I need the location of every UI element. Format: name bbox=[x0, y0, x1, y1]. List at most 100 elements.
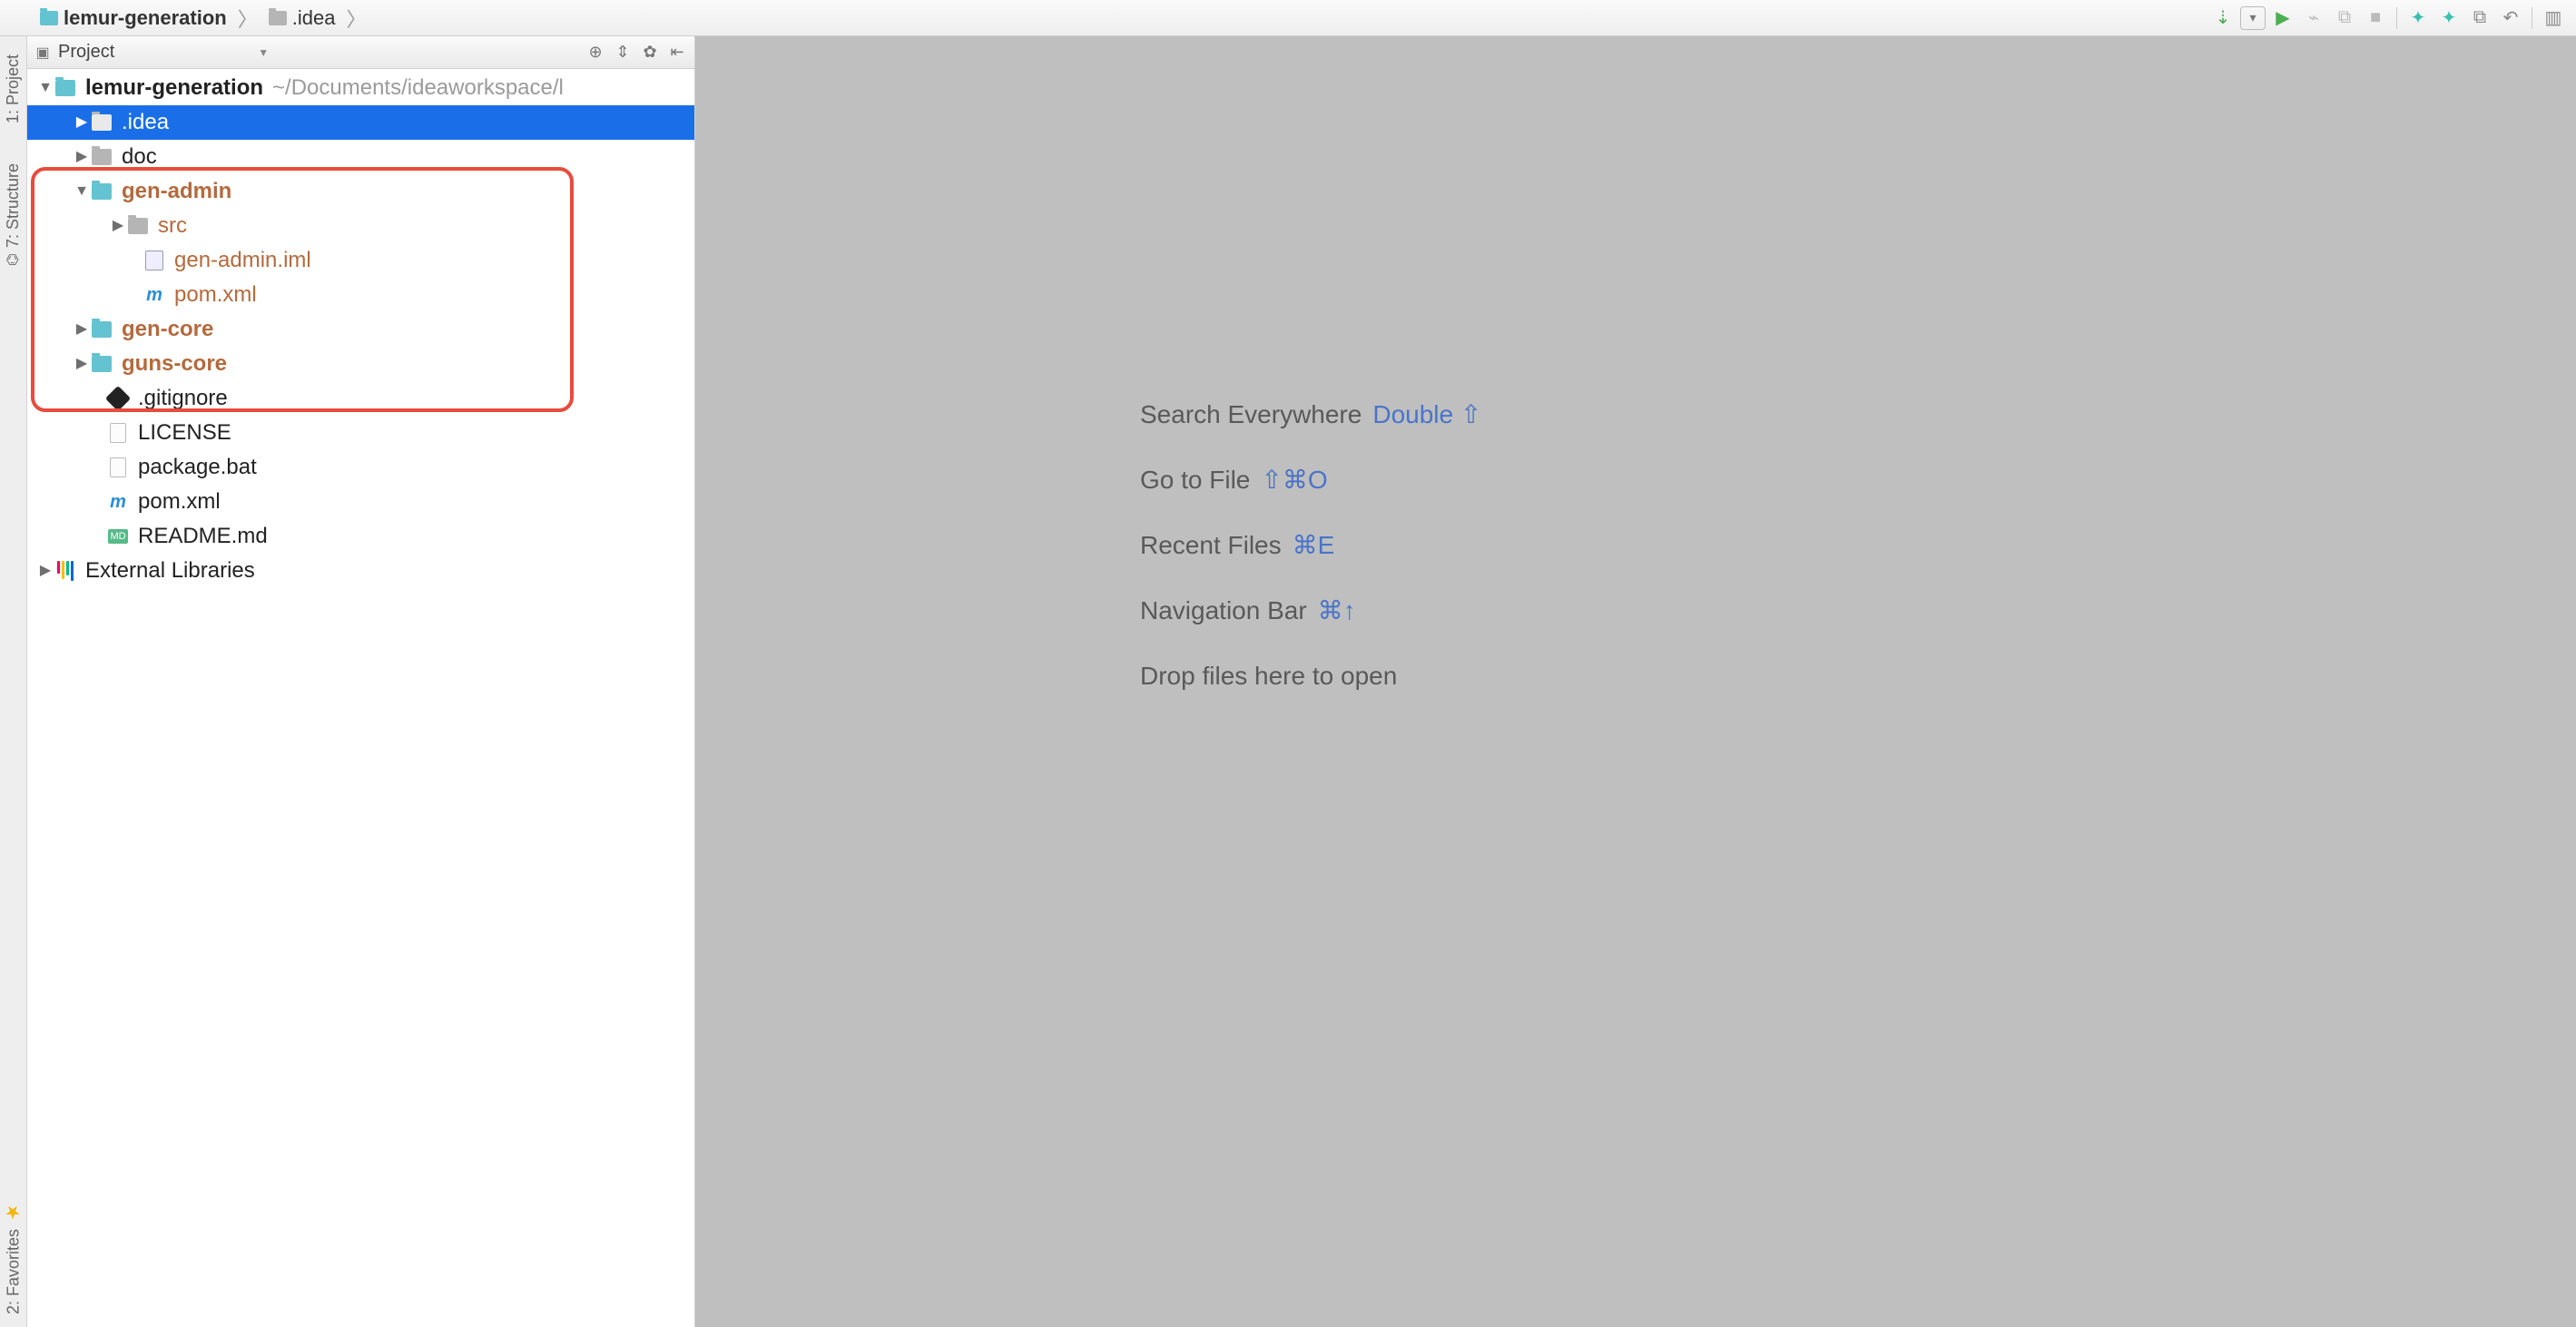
tree-label: .idea bbox=[122, 105, 169, 140]
tool-tab-favorites-label: 2: Favorites bbox=[4, 1229, 23, 1314]
tree-label: LICENSE bbox=[138, 416, 231, 450]
hint-label: Drop files here to open bbox=[1140, 644, 1397, 709]
folder-icon bbox=[92, 114, 112, 131]
editor-hints: Search Everywhere Double ⇧ Go to File ⇧⌘… bbox=[1140, 382, 1481, 709]
tool-tab-favorites[interactable]: 2: Favorites ★ bbox=[0, 1194, 27, 1322]
project-structure-icon[interactable]: ▥ bbox=[2540, 5, 2567, 32]
hint-label: Navigation Bar bbox=[1140, 578, 1307, 644]
tree-item-root-pom[interactable]: m pom.xml bbox=[27, 485, 694, 519]
folder-icon bbox=[92, 356, 112, 372]
structure-icon: ⌬ bbox=[5, 253, 22, 266]
tree-item-gen-admin[interactable]: ▼ gen-admin bbox=[27, 174, 694, 209]
folder-icon bbox=[92, 321, 112, 338]
project-tree[interactable]: ▼ lemur-generation ~/Documents/ideaworks… bbox=[27, 69, 694, 1327]
left-gutter: 1: Project ⌬ 7: Structure 2: Favorites ★ bbox=[0, 36, 27, 1327]
file-icon bbox=[110, 457, 126, 477]
breadcrumb: lemur-generation 〉 .idea 〉 bbox=[36, 4, 368, 33]
project-panel-header: ▣ Project ▼ ⊕ ⇕ ✿ ⇤ bbox=[27, 36, 694, 69]
hint-navigation-bar: Navigation Bar ⌘↑ bbox=[1140, 578, 1481, 644]
tree-label: gen-admin bbox=[122, 174, 231, 209]
gear-icon[interactable]: ✿ bbox=[640, 43, 660, 63]
tree-item-idea[interactable]: ▶ .idea bbox=[27, 105, 694, 140]
tree-item-src[interactable]: ▶ src bbox=[27, 209, 694, 243]
folder-icon bbox=[92, 149, 112, 165]
chevron-right-icon: 〉 bbox=[344, 4, 368, 33]
run-config-dropdown[interactable]: ▾ bbox=[2240, 6, 2266, 30]
toolbar-right: ⇣ ▾ ▶ ⌁ ⧉ ■ ✦ ✦ ⧉ ↶ ▥ bbox=[2209, 5, 2567, 32]
hint-label: Go to File bbox=[1140, 447, 1250, 513]
tool-tab-project[interactable]: 1: Project bbox=[1, 47, 25, 131]
project-tool-window: ▣ Project ▼ ⊕ ⇕ ✿ ⇤ ▼ lemur-generatio bbox=[27, 36, 695, 1327]
vcs-branch-icon[interactable]: ✦ bbox=[2435, 5, 2463, 32]
breadcrumb-root-label: lemur-generation bbox=[64, 6, 227, 30]
hide-icon[interactable]: ⇤ bbox=[667, 43, 687, 63]
stop-icon[interactable]: ■ bbox=[2362, 5, 2389, 32]
undo-icon[interactable]: ↶ bbox=[2497, 5, 2524, 32]
update-project-icon[interactable]: ⇣ bbox=[2209, 5, 2237, 32]
file-icon bbox=[110, 423, 126, 443]
chevron-right-icon[interactable]: ▶ bbox=[109, 209, 127, 243]
tree-item-gen-admin-iml[interactable]: gen-admin.iml bbox=[27, 243, 694, 278]
tree-label: pom.xml bbox=[138, 485, 221, 519]
vcs-branch-icon[interactable]: ✦ bbox=[2404, 5, 2432, 32]
folder-icon bbox=[92, 183, 112, 200]
tree-root-path: ~/Documents/ideaworkspace/l bbox=[263, 71, 564, 105]
tree-item-gen-core[interactable]: ▶ gen-core bbox=[27, 312, 694, 347]
hint-shortcut: ⌘↑ bbox=[1318, 578, 1356, 644]
diff-icon[interactable]: ⧉ bbox=[2466, 5, 2493, 32]
chevron-down-icon[interactable]: ▼ bbox=[36, 71, 54, 105]
tree-label: .gitignore bbox=[138, 381, 228, 416]
tree-item-package-bat[interactable]: package.bat bbox=[27, 450, 694, 485]
tree-item-guns-core[interactable]: ▶ guns-core bbox=[27, 347, 694, 381]
hint-shortcut: ⇧⌘O bbox=[1261, 447, 1327, 513]
project-view-icon: ▣ bbox=[34, 44, 51, 61]
chevron-right-icon[interactable]: ▶ bbox=[73, 140, 91, 174]
tree-label: gen-admin.iml bbox=[174, 243, 311, 278]
editor-empty-area[interactable]: Search Everywhere Double ⇧ Go to File ⇧⌘… bbox=[695, 36, 2576, 1327]
project-panel-title: Project bbox=[58, 42, 114, 63]
chevron-right-icon[interactable]: ▶ bbox=[73, 312, 91, 347]
locate-icon[interactable]: ⊕ bbox=[585, 43, 605, 63]
folder-icon bbox=[128, 218, 148, 234]
breadcrumb-root[interactable]: lemur-generation bbox=[36, 5, 231, 32]
tree-item-external-libraries[interactable]: ▶ External Libraries bbox=[27, 554, 694, 588]
tree-item-doc[interactable]: ▶ doc bbox=[27, 140, 694, 174]
folder-icon bbox=[55, 80, 75, 96]
libraries-icon bbox=[57, 561, 74, 581]
chevron-right-icon[interactable]: ▶ bbox=[36, 554, 54, 588]
chevron-right-icon[interactable]: ▶ bbox=[73, 347, 91, 381]
git-icon bbox=[105, 386, 131, 411]
breadcrumb-child[interactable]: .idea bbox=[265, 5, 339, 32]
hint-shortcut: ⌘E bbox=[1293, 513, 1335, 578]
star-icon: ★ bbox=[3, 1202, 25, 1224]
coverage-icon[interactable]: ⧉ bbox=[2331, 5, 2358, 32]
hint-drop-files: Drop files here to open bbox=[1140, 644, 1481, 709]
left-gutter-top: 1: Project ⌬ 7: Structure bbox=[1, 42, 25, 273]
maven-icon: m bbox=[146, 278, 162, 312]
tree-item-readme[interactable]: MD README.md bbox=[27, 519, 694, 554]
debug-icon[interactable]: ⌁ bbox=[2300, 5, 2327, 32]
chevron-right-icon: 〉 bbox=[236, 4, 260, 33]
chevron-down-icon[interactable]: ▼ bbox=[73, 174, 91, 209]
hint-go-to-file: Go to File ⇧⌘O bbox=[1140, 447, 1481, 513]
tree-item-license[interactable]: LICENSE bbox=[27, 416, 694, 450]
navigation-bar: lemur-generation 〉 .idea 〉 ⇣ ▾ ▶ ⌁ ⧉ ■ ✦… bbox=[0, 0, 2576, 36]
tree-item-gitignore[interactable]: .gitignore bbox=[27, 381, 694, 416]
tool-tab-project-label: 1: Project bbox=[4, 54, 23, 123]
tree-project-root[interactable]: ▼ lemur-generation ~/Documents/ideaworks… bbox=[27, 71, 694, 105]
tree-label: package.bat bbox=[138, 450, 257, 485]
collapse-all-icon[interactable]: ⇕ bbox=[613, 43, 633, 63]
chevron-down-icon[interactable]: ▼ bbox=[122, 46, 269, 59]
tree-label: guns-core bbox=[122, 347, 227, 381]
tree-root-label: lemur-generation bbox=[85, 71, 263, 105]
tree-label: pom.xml bbox=[174, 278, 257, 312]
maven-icon: m bbox=[110, 485, 126, 519]
chevron-right-icon[interactable]: ▶ bbox=[73, 105, 91, 140]
folder-icon bbox=[40, 11, 58, 25]
hint-label: Recent Files bbox=[1140, 513, 1282, 578]
divider bbox=[2396, 7, 2397, 29]
tool-tab-structure[interactable]: ⌬ 7: Structure bbox=[1, 156, 25, 273]
hint-shortcut: Double ⇧ bbox=[1372, 382, 1481, 447]
run-icon[interactable]: ▶ bbox=[2269, 5, 2296, 32]
tree-item-gen-admin-pom[interactable]: m pom.xml bbox=[27, 278, 694, 312]
